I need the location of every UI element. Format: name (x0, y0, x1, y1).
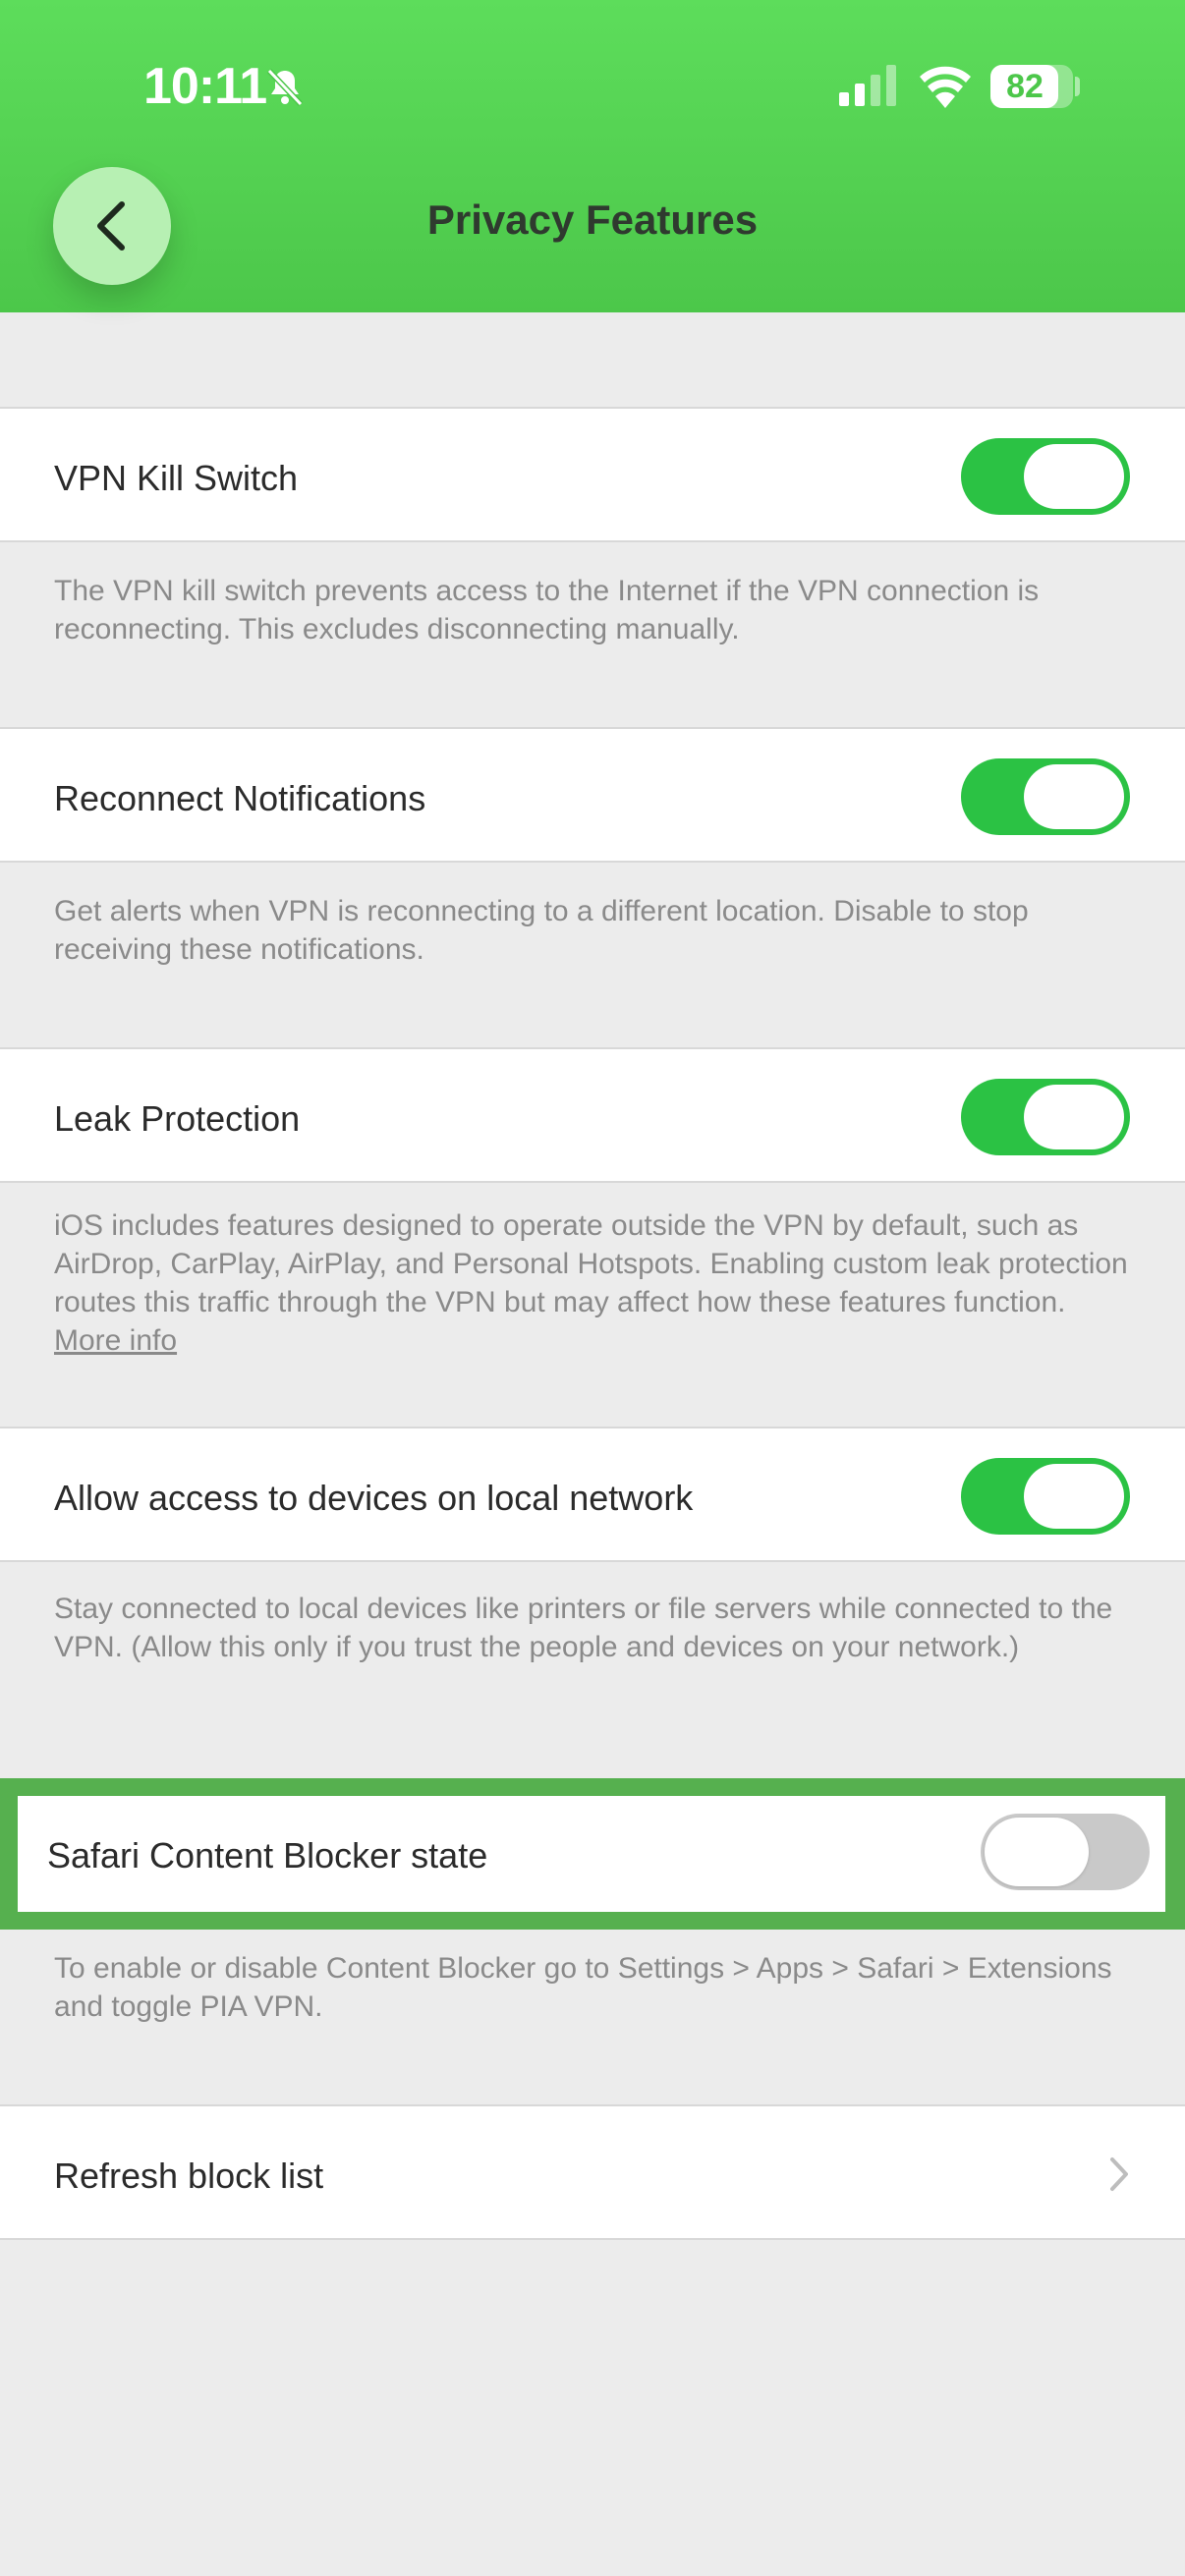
status-time: 10:11 (143, 58, 267, 115)
toggle-knob (1024, 1085, 1124, 1149)
setting-label: Allow access to devices on local network (54, 1478, 694, 1518)
nav-header: 10:11 82 Privacy Features (0, 0, 1185, 312)
leak-protection-description: iOS includes features designed to operat… (54, 1209, 1128, 1318)
setting-label: VPN Kill Switch (54, 458, 299, 498)
wifi-icon (920, 66, 971, 108)
setting-label: Reconnect Notifications (54, 778, 426, 818)
toggle-knob (1024, 444, 1124, 509)
refresh-block-list-row[interactable]: Refresh block list (0, 2104, 1185, 2240)
battery-level: 82 (1006, 68, 1044, 105)
setting-label: Safari Content Blocker state (47, 1835, 488, 1876)
setting-label: Leak Protection (54, 1098, 301, 1139)
toggle-knob (1024, 764, 1124, 829)
setting-row-leak-protection[interactable]: Leak Protection (0, 1047, 1185, 1183)
battery-cap (1075, 77, 1080, 96)
vpn-kill-switch-toggle[interactable] (961, 438, 1130, 515)
setting-description: iOS includes features designed to operat… (54, 1206, 1135, 1360)
setting-row-vpn-kill-switch[interactable]: VPN Kill Switch (0, 407, 1185, 542)
chevron-right-icon (1110, 2157, 1128, 2191)
setting-description: The VPN kill switch prevents access to t… (54, 575, 1040, 645)
setting-description: Stay connected to local devices like pri… (54, 1593, 1113, 1663)
more-info-link[interactable]: More info (54, 1324, 177, 1357)
setting-description: Get alerts when VPN is reconnecting to a… (54, 895, 1029, 966)
safari-content-blocker-toggle[interactable] (981, 1814, 1150, 1890)
setting-row-local-network[interactable]: Allow access to devices on local network (0, 1427, 1185, 1562)
reconnect-notifications-toggle[interactable] (961, 758, 1130, 835)
setting-description: To enable or disable Content Blocker go … (54, 1952, 1112, 2023)
setting-row-reconnect-notifications[interactable]: Reconnect Notifications (0, 727, 1185, 863)
setting-row-safari-content-blocker[interactable]: Safari Content Blocker state (0, 1778, 1185, 1930)
battery-icon: 82 (990, 65, 1073, 108)
toggle-knob (1024, 1464, 1124, 1529)
setting-row-inner: Safari Content Blocker state (18, 1796, 1165, 1912)
local-network-toggle[interactable] (961, 1458, 1130, 1535)
bell-slash-icon (266, 68, 304, 107)
refresh-block-list-label: Refresh block list (54, 2156, 324, 2196)
toggle-knob (985, 1818, 1089, 1886)
leak-protection-toggle[interactable] (961, 1079, 1130, 1155)
signal-icon (839, 65, 896, 106)
page-title: Privacy Features (426, 196, 759, 243)
